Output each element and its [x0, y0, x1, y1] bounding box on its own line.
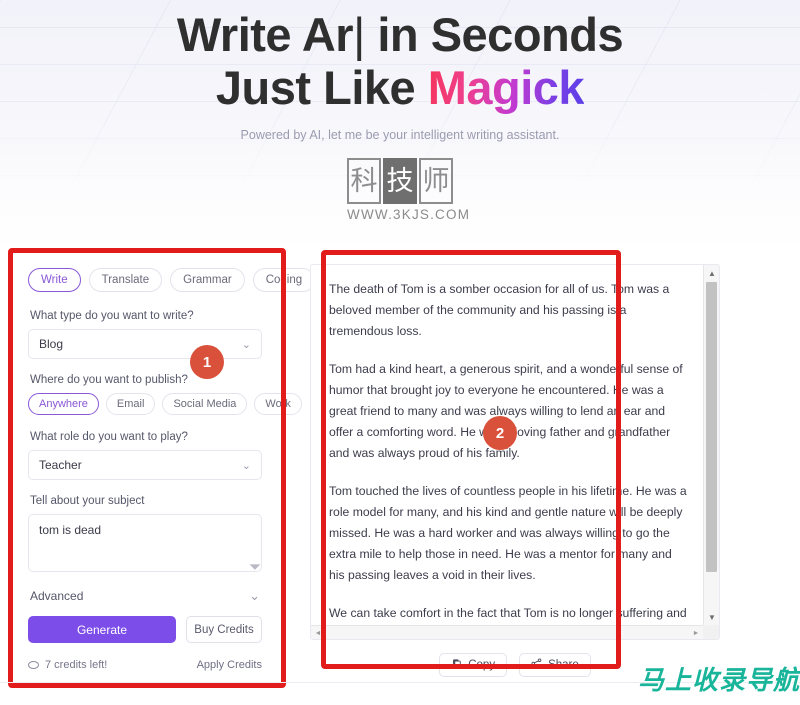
- hero-subtitle: Powered by AI, let me be your intelligen…: [240, 128, 560, 142]
- scroll-left-icon[interactable]: ◄: [311, 626, 325, 639]
- chip-social-media[interactable]: Social Media: [162, 393, 248, 415]
- headline-line1-part2: in Seconds: [364, 8, 624, 61]
- vertical-scrollbar[interactable]: ▲ ▼: [703, 265, 719, 625]
- copy-label: Copy: [468, 659, 496, 671]
- copy-button[interactable]: Copy: [439, 653, 508, 677]
- headline-line2-part1: Just Like: [215, 61, 428, 114]
- logo-char-ji: 技: [383, 158, 417, 204]
- output-box: The death of Tom is a somber occasion fo…: [310, 264, 720, 640]
- subject-value: tom is dead: [39, 523, 102, 537]
- output-paragraph: The death of Tom is a somber occasion fo…: [329, 282, 670, 338]
- tab-grammar[interactable]: Grammar: [170, 268, 245, 292]
- hero-section: Write Ar| in Seconds Just Like Magick Po…: [0, 0, 800, 142]
- mode-tab-list: Write Translate Grammar Coding: [28, 268, 316, 292]
- text-cursor: |: [353, 8, 365, 61]
- chip-work[interactable]: Work: [254, 393, 302, 415]
- generate-button[interactable]: Generate: [28, 616, 176, 643]
- horizontal-scrollbar[interactable]: ◄ ►: [311, 625, 703, 639]
- bottom-watermark: 马上收录导航: [637, 666, 800, 696]
- buy-credits-button[interactable]: Buy Credits: [186, 616, 262, 643]
- chip-anywhere[interactable]: Anywhere: [28, 393, 99, 415]
- vertical-scrollbar-thumb[interactable]: [706, 282, 717, 572]
- scroll-down-icon[interactable]: ▼: [704, 609, 719, 625]
- logo-char-shi: 师: [419, 158, 453, 204]
- write-type-value: Blog: [39, 337, 64, 351]
- logo-characters: 科 技 师: [347, 158, 454, 204]
- scrollbar-corner: [703, 625, 719, 639]
- role-value: Teacher: [39, 458, 82, 472]
- share-icon: [531, 658, 542, 672]
- writer-form-panel: Write Translate Grammar Coding What type…: [14, 252, 316, 687]
- chip-email[interactable]: Email: [105, 393, 156, 415]
- output-paragraph: Tom touched the lives of countless peopl…: [329, 484, 687, 582]
- publish-target-label: Where do you want to publish?: [30, 374, 188, 386]
- action-button-row: Generate Buy Credits: [28, 616, 262, 643]
- subject-label: Tell about your subject: [30, 495, 145, 507]
- chevron-down-icon: ⌄: [249, 588, 260, 603]
- advanced-label: Advanced: [30, 589, 84, 603]
- share-button[interactable]: Share: [519, 653, 591, 677]
- annotation-badge-2: 2: [483, 416, 517, 450]
- publish-chip-list: Anywhere Email Social Media Work: [28, 393, 302, 415]
- headline-brand-magick: Magick: [427, 61, 585, 114]
- chevron-down-icon: ⌄: [241, 459, 251, 472]
- page-title: Write Ar| in Seconds Just Like Magick: [0, 0, 800, 114]
- logo-url: WWW.3KJS.COM: [347, 207, 471, 222]
- output-paragraph: We can take comfort in the fact that Tom…: [329, 606, 687, 620]
- apply-credits-link[interactable]: Apply Credits: [197, 659, 262, 671]
- write-type-label: What type do you want to write?: [30, 310, 194, 322]
- subject-input[interactable]: tom is dead ◢: [28, 514, 262, 572]
- coin-icon: [28, 661, 39, 669]
- output-panel: The death of Tom is a somber occasion fo…: [300, 252, 730, 687]
- clipboard-icon: [451, 658, 462, 672]
- scroll-up-icon[interactable]: ▲: [704, 265, 719, 281]
- role-select[interactable]: Teacher ⌄: [28, 450, 262, 480]
- write-type-select[interactable]: Blog ⌄: [28, 329, 262, 359]
- tab-coding[interactable]: Coding: [252, 268, 316, 292]
- site-logo-watermark: 科 技 师 WWW.3KJS.COM: [347, 158, 471, 222]
- resize-handle-icon[interactable]: ◢: [249, 558, 262, 571]
- annotation-badge-1: 1: [190, 345, 224, 379]
- credits-remaining-text: 7 credits left!: [45, 659, 108, 671]
- chevron-down-icon: ⌄: [241, 338, 251, 351]
- advanced-toggle[interactable]: Advanced ⌄: [30, 588, 260, 604]
- credits-row: 7 credits left! Apply Credits: [28, 659, 262, 671]
- output-paragraph: Tom had a kind heart, a generous spirit,…: [329, 362, 683, 460]
- share-label: Share: [548, 659, 579, 671]
- role-label: What role do you want to play?: [30, 431, 188, 443]
- scroll-right-icon[interactable]: ►: [689, 626, 703, 639]
- headline-line1-part1: Write Ar: [176, 8, 354, 61]
- logo-char-ke: 科: [347, 158, 381, 204]
- tab-translate[interactable]: Translate: [88, 268, 163, 292]
- app-container: Write Translate Grammar Coding What type…: [14, 252, 786, 687]
- tab-write[interactable]: Write: [28, 268, 81, 292]
